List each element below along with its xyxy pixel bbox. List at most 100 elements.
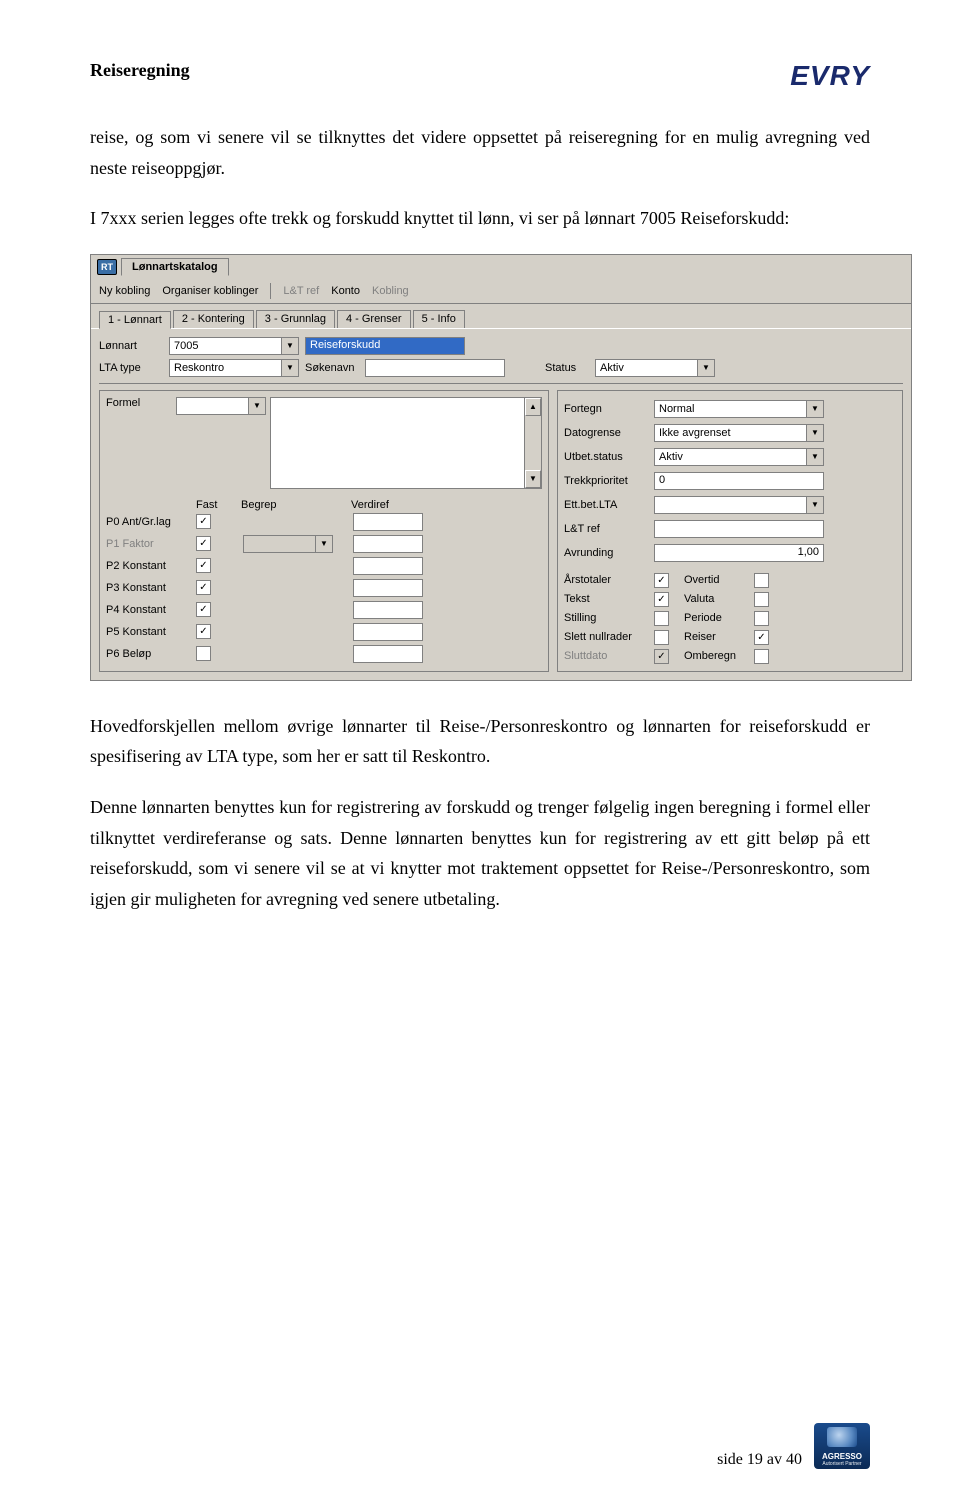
chevron-down-icon[interactable]: ▼	[806, 425, 823, 441]
header-fast: Fast	[196, 499, 241, 511]
param-label: P2 Konstant	[106, 560, 196, 572]
param-verdiref-input[interactable]	[353, 513, 423, 531]
chevron-down-icon[interactable]: ▼	[806, 449, 823, 465]
check-label: Tekst	[564, 593, 654, 605]
rt-badge-icon: RT	[97, 259, 117, 275]
checkbox-fast[interactable]	[196, 602, 211, 617]
checkbox-fast[interactable]	[196, 536, 211, 551]
checkbox[interactable]	[754, 592, 769, 607]
right-field-combo[interactable]: ▼	[654, 496, 824, 514]
label-formel: Formel	[106, 397, 176, 409]
param-label: P5 Konstant	[106, 626, 196, 638]
right-field-row: FortegnNormal▼	[564, 397, 896, 421]
chevron-down-icon[interactable]: ▼	[806, 497, 823, 513]
chevron-down-icon[interactable]: ▼	[315, 536, 332, 552]
check-label: Slett nullrader	[564, 631, 654, 643]
chevron-down-icon[interactable]: ▼	[281, 360, 298, 376]
checkbox[interactable]	[654, 611, 669, 626]
checkbox-fast[interactable]	[196, 624, 211, 639]
tab-grunnlag[interactable]: 3 - Grunnlag	[256, 310, 335, 328]
label-lta-type: LTA type	[99, 362, 169, 374]
toolbar-ny-kobling[interactable]: Ny kobling	[99, 285, 150, 297]
header-begrep: Begrep	[241, 499, 351, 511]
check-label: Periode	[684, 612, 754, 624]
param-row: P0 Ant/Gr.lag	[106, 511, 542, 533]
param-verdiref-input[interactable]	[353, 557, 423, 575]
check-label: Overtid	[684, 574, 754, 586]
right-field-combo[interactable]: Aktiv▼	[654, 448, 824, 466]
right-field-input[interactable]	[654, 520, 824, 538]
right-field-input[interactable]: 0	[654, 472, 824, 490]
input-lonnart-name[interactable]: Reiseforskudd	[305, 337, 465, 355]
param-label: P3 Konstant	[106, 582, 196, 594]
label-sokenavn: Søkenavn	[305, 362, 365, 374]
input-formel-combo[interactable]: ▼	[176, 397, 266, 415]
tab-info[interactable]: 5 - Info	[413, 310, 465, 328]
checkbox[interactable]	[654, 592, 669, 607]
input-lonnart-code[interactable]: 7005▼	[169, 337, 299, 355]
param-row: P2 Konstant	[106, 555, 542, 577]
checkbox-fast[interactable]	[196, 514, 211, 529]
input-formel-text[interactable]: ▲ ▼	[270, 397, 542, 489]
right-field-label: Fortegn	[564, 403, 654, 415]
tab-kontering[interactable]: 2 - Kontering	[173, 310, 254, 328]
check-label: Årstotaler	[564, 574, 654, 586]
checkbox[interactable]	[754, 611, 769, 626]
checkbox[interactable]	[754, 573, 769, 588]
param-label: P0 Ant/Gr.lag	[106, 516, 196, 528]
check-label: Omberegn	[684, 650, 754, 662]
param-verdiref-input[interactable]	[353, 623, 423, 641]
toolbar-lt-ref[interactable]: L&T ref	[283, 285, 319, 297]
app-window: RT Lønnartskatalog Ny kobling Organiser …	[90, 254, 912, 681]
scroll-up-icon[interactable]: ▲	[525, 398, 541, 416]
right-field-label: Avrunding	[564, 547, 654, 559]
checkbox-fast[interactable]	[196, 558, 211, 573]
right-field-label: Trekkprioritet	[564, 475, 654, 487]
checkbox-fast[interactable]	[196, 646, 211, 661]
chevron-down-icon[interactable]: ▼	[697, 360, 714, 376]
param-verdiref-input[interactable]	[353, 645, 423, 663]
page-number: side 19 av 40	[717, 1451, 802, 1469]
param-label: P6 Beløp	[106, 648, 196, 660]
toolbar-organiser-koblinger[interactable]: Organiser koblinger	[162, 285, 258, 297]
window-title-tab[interactable]: Lønnartskatalog	[121, 258, 229, 276]
toolbar-kobling[interactable]: Kobling	[372, 285, 409, 297]
right-field-label: Datogrense	[564, 427, 654, 439]
right-field-row: Trekkprioritet0	[564, 469, 896, 493]
header-verdiref: Verdiref	[351, 499, 431, 511]
checkbox[interactable]	[654, 630, 669, 645]
check-label: Reiser	[684, 631, 754, 643]
chevron-down-icon[interactable]: ▼	[806, 401, 823, 417]
param-begrep-combo[interactable]: ▼	[243, 535, 333, 553]
param-verdiref-input[interactable]	[353, 579, 423, 597]
right-field-combo[interactable]: Normal▼	[654, 400, 824, 418]
checkbox-fast[interactable]	[196, 580, 211, 595]
right-field-combo[interactable]: Ikke avgrenset▼	[654, 424, 824, 442]
param-label: P1 Faktor	[106, 538, 196, 550]
chevron-down-icon[interactable]: ▼	[281, 338, 298, 354]
right-field-row: DatogrenseIkke avgrenset▼	[564, 421, 896, 445]
checkbox[interactable]	[654, 573, 669, 588]
param-row: P6 Beløp	[106, 643, 542, 665]
param-verdiref-input[interactable]	[353, 535, 423, 553]
tab-row: 1 - Lønnart 2 - Kontering 3 - Grunnlag 4…	[91, 304, 911, 328]
chevron-down-icon[interactable]: ▼	[248, 398, 265, 414]
right-field-input[interactable]: 1,00	[654, 544, 824, 562]
input-status[interactable]: Aktiv▼	[595, 359, 715, 377]
param-verdiref-input[interactable]	[353, 601, 423, 619]
right-field-row: Ett.bet.LTA▼	[564, 493, 896, 517]
input-sokenavn[interactable]	[365, 359, 505, 377]
tab-lonnart[interactable]: 1 - Lønnart	[99, 311, 171, 329]
agresso-logo: AGRESSO Autorisert Partner	[814, 1423, 870, 1469]
checkbox[interactable]	[754, 649, 769, 664]
right-field-label: Utbet.status	[564, 451, 654, 463]
tab-grenser[interactable]: 4 - Grenser	[337, 310, 411, 328]
right-field-row: Utbet.statusAktiv▼	[564, 445, 896, 469]
toolbar-konto[interactable]: Konto	[331, 285, 360, 297]
scrollbar-vertical[interactable]: ▲ ▼	[524, 398, 541, 488]
scroll-down-icon[interactable]: ▼	[525, 470, 541, 488]
input-lta-type[interactable]: Reskontro▼	[169, 359, 299, 377]
label-lonnart: Lønnart	[99, 340, 169, 352]
checkbox[interactable]	[754, 630, 769, 645]
toolbar: Ny kobling Organiser koblinger L&T ref K…	[91, 279, 911, 304]
